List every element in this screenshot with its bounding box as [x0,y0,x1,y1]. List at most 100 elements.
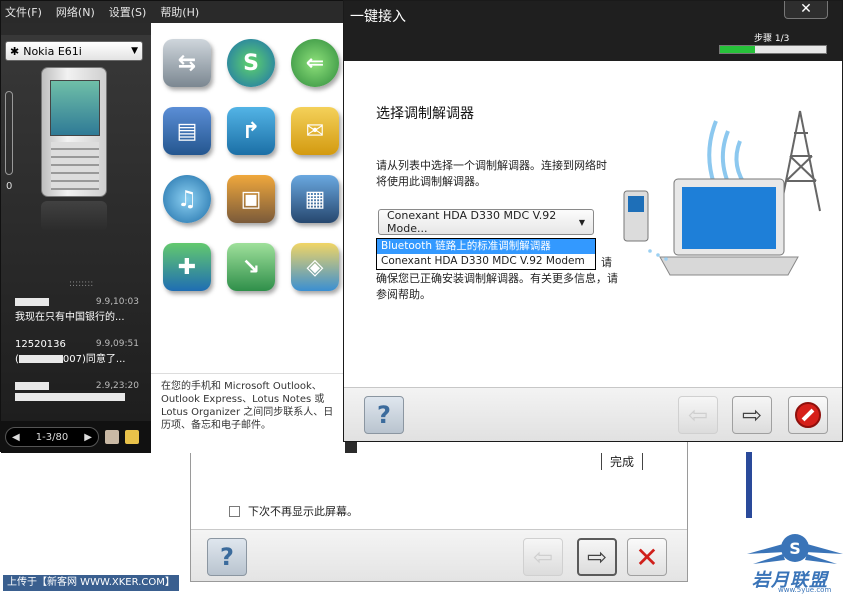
backup-icon[interactable]: ▤ [163,107,211,155]
device-selector[interactable]: ✱ Nokia E61i ▼ [5,41,143,61]
svg-text:S: S [789,539,801,558]
close-button[interactable]: ✕ [784,1,828,19]
install-dialog-body: 完成 下次不再显示此屏幕。 [191,441,687,531]
message-item[interactable]: 2.9,23:20 [15,381,139,403]
modem-option[interactable]: Conexant HDA D330 MDC V.92 Modem [377,254,595,269]
help-icon: ? [220,543,234,571]
maps-icon[interactable]: ◈ [291,243,339,291]
phone-reflection [41,201,107,231]
sync-icon[interactable]: S [227,39,275,87]
message-time: 9.9,09:51 [95,339,139,349]
bluetooth-icon: ✱ [10,44,20,58]
splitter-grip[interactable]: :::::::: [69,279,93,289]
dont-show-again-checkbox[interactable] [229,505,240,517]
install-dialog: 完成 下次不再显示此屏幕。 ? ⇦ ⇨ ✕ [190,440,688,582]
help-icon: ? [377,401,391,429]
finish-label: 完成 [601,453,644,470]
messages-icon[interactable]: ✉ [291,107,339,155]
next-button[interactable]: ⇨ [577,538,617,576]
back-button[interactable]: ⇦ [523,538,563,576]
cell-tower-icon [779,110,821,212]
stop-icon [795,402,821,428]
modem-select-value: Conexant HDA D330 MDC V.92 Mode... [387,209,557,235]
next-button[interactable]: ⇨ [732,396,772,434]
help-button[interactable]: ? [364,396,404,434]
dont-show-again-label: 下次不再显示此屏幕。 [248,505,358,518]
video-icon[interactable]: ▦ [291,175,339,223]
pager-label: 1-3/80 [35,431,69,443]
laptop-icon [659,178,799,276]
message-preview: (007)同意了... [15,354,126,365]
message-time: 2.9,23:20 [95,381,139,391]
menu-bar: 文件(F) 网络(N) 设置(S) 帮助(H) [1,1,357,23]
message-item[interactable]: 12520136 9.9,09:51 (007)同意了... [15,339,139,365]
menu-help[interactable]: 帮助(H) [160,4,199,20]
close-icon: ✕ [800,1,812,17]
step-label: 步骤 1/3 [754,34,790,44]
wizard-title: 一键接入 [350,9,406,25]
photos-icon[interactable]: ▣ [227,175,275,223]
phone-screen [50,80,100,136]
internet-connect-icon[interactable]: ⇐ [291,39,339,87]
download-icon[interactable]: ↘ [227,243,275,291]
wizard-instructions: 请从列表中选择一个调制解调器。连接到网络时将使用此调制解调器。 [376,159,607,188]
prev-page-icon[interactable]: ◀ [12,432,20,443]
contacts-icon[interactable]: ✚ [163,243,211,291]
help-button[interactable]: ? [207,538,247,576]
step-progress-bar [719,45,827,54]
device-name: Nokia E61i [23,44,82,58]
cancel-button[interactable]: ✕ [627,538,667,576]
message-preview [15,392,139,403]
wizard-footer: ? ⇦ ⇨ [344,387,842,441]
note-text: 确保您已正确安装调制解调器。有关更多信息，请参阅帮助。 [376,272,618,301]
message-time: 9.9,10:03 [95,297,139,307]
feature-description-text: 在您的手机和 Microsoft Outlook、Outlook Express… [161,381,334,431]
phone-panel: ✱ Nokia E61i ▼ 0 :::::::: 9.9,10:03 我现在只… [1,35,151,453]
modem-select[interactable]: Conexant HDA D330 MDC V.92 Mode... ▼ [378,209,594,235]
cancel-button[interactable] [788,396,828,434]
install-apps-icon[interactable]: ↱ [227,107,275,155]
link-dots-icon [648,249,668,261]
watermark-url: www.5yue.com [778,586,832,594]
menu-settings[interactable]: 设置(S) [109,4,147,20]
menu-network[interactable]: 网络(N) [56,4,95,20]
arrow-right-icon: ⇨ [741,401,763,429]
chevron-down-icon: ▼ [131,46,138,56]
mail-icon[interactable] [125,430,139,444]
music-icon[interactable]: ♫ [163,175,211,223]
side-counter: 0 [6,181,13,192]
page-title: 选择调制解调器 [376,106,474,122]
connection-illustration [623,110,821,276]
background-window-edge [746,452,752,518]
connect-wizard: 一键接入 ✕ 步骤 1/3 选择调制解调器 请从列表中选择一个调制解调器。连接到… [343,0,843,442]
next-page-icon[interactable]: ▶ [84,432,92,443]
message-sender [15,381,49,392]
back-button[interactable]: ⇦ [678,396,718,434]
feature-description: 在您的手机和 Microsoft Outlook、Outlook Express… [151,373,345,453]
pager-bar: ◀ 1-3/80 ▶ [1,421,151,453]
step-progress-fill [720,46,755,53]
message-sender [15,297,49,308]
close-icon: ✕ [635,540,659,574]
arrow-left-icon: ⇦ [532,543,554,571]
modem-option[interactable]: Bluetooth 链路上的标准调制解调器 [377,239,595,254]
mobile-phone-icon [623,190,649,242]
phone-image [41,67,107,197]
dont-show-again-row[interactable]: 下次不再显示此屏幕。 [229,503,358,519]
feature-icon-grid: ⇆ S ⇐ ▤ ↱ ✉ ♫ ▣ ▦ ✚ ↘ ◈ [151,23,345,373]
file-transfer-icon[interactable]: ⇆ [163,39,211,87]
volume-slider[interactable] [5,91,13,175]
message-preview: 我现在只有中国银行的... [15,312,125,323]
message-item[interactable]: 9.9,10:03 我现在只有中国银行的... [15,297,139,323]
modem-dropdown-list: Bluetooth 链路上的标准调制解调器 Conexant HDA D330 … [376,238,596,270]
message-pager[interactable]: ◀ 1-3/80 ▶ [5,427,99,447]
phone-keypad [51,142,99,190]
menu-file[interactable]: 文件(F) [5,4,42,20]
message-sender: 12520136 [15,339,66,350]
calendar-icon[interactable] [105,430,119,444]
install-dialog-footer: ? ⇦ ⇨ ✕ [191,529,687,581]
chevron-down-icon: ▼ [578,217,585,227]
upload-note: 上传于【新客网 WWW.XKER.COM】 [3,575,179,591]
arrow-left-icon: ⇦ [687,401,709,429]
wizard-title-bar: 一键接入 ✕ 步骤 1/3 [344,1,842,61]
